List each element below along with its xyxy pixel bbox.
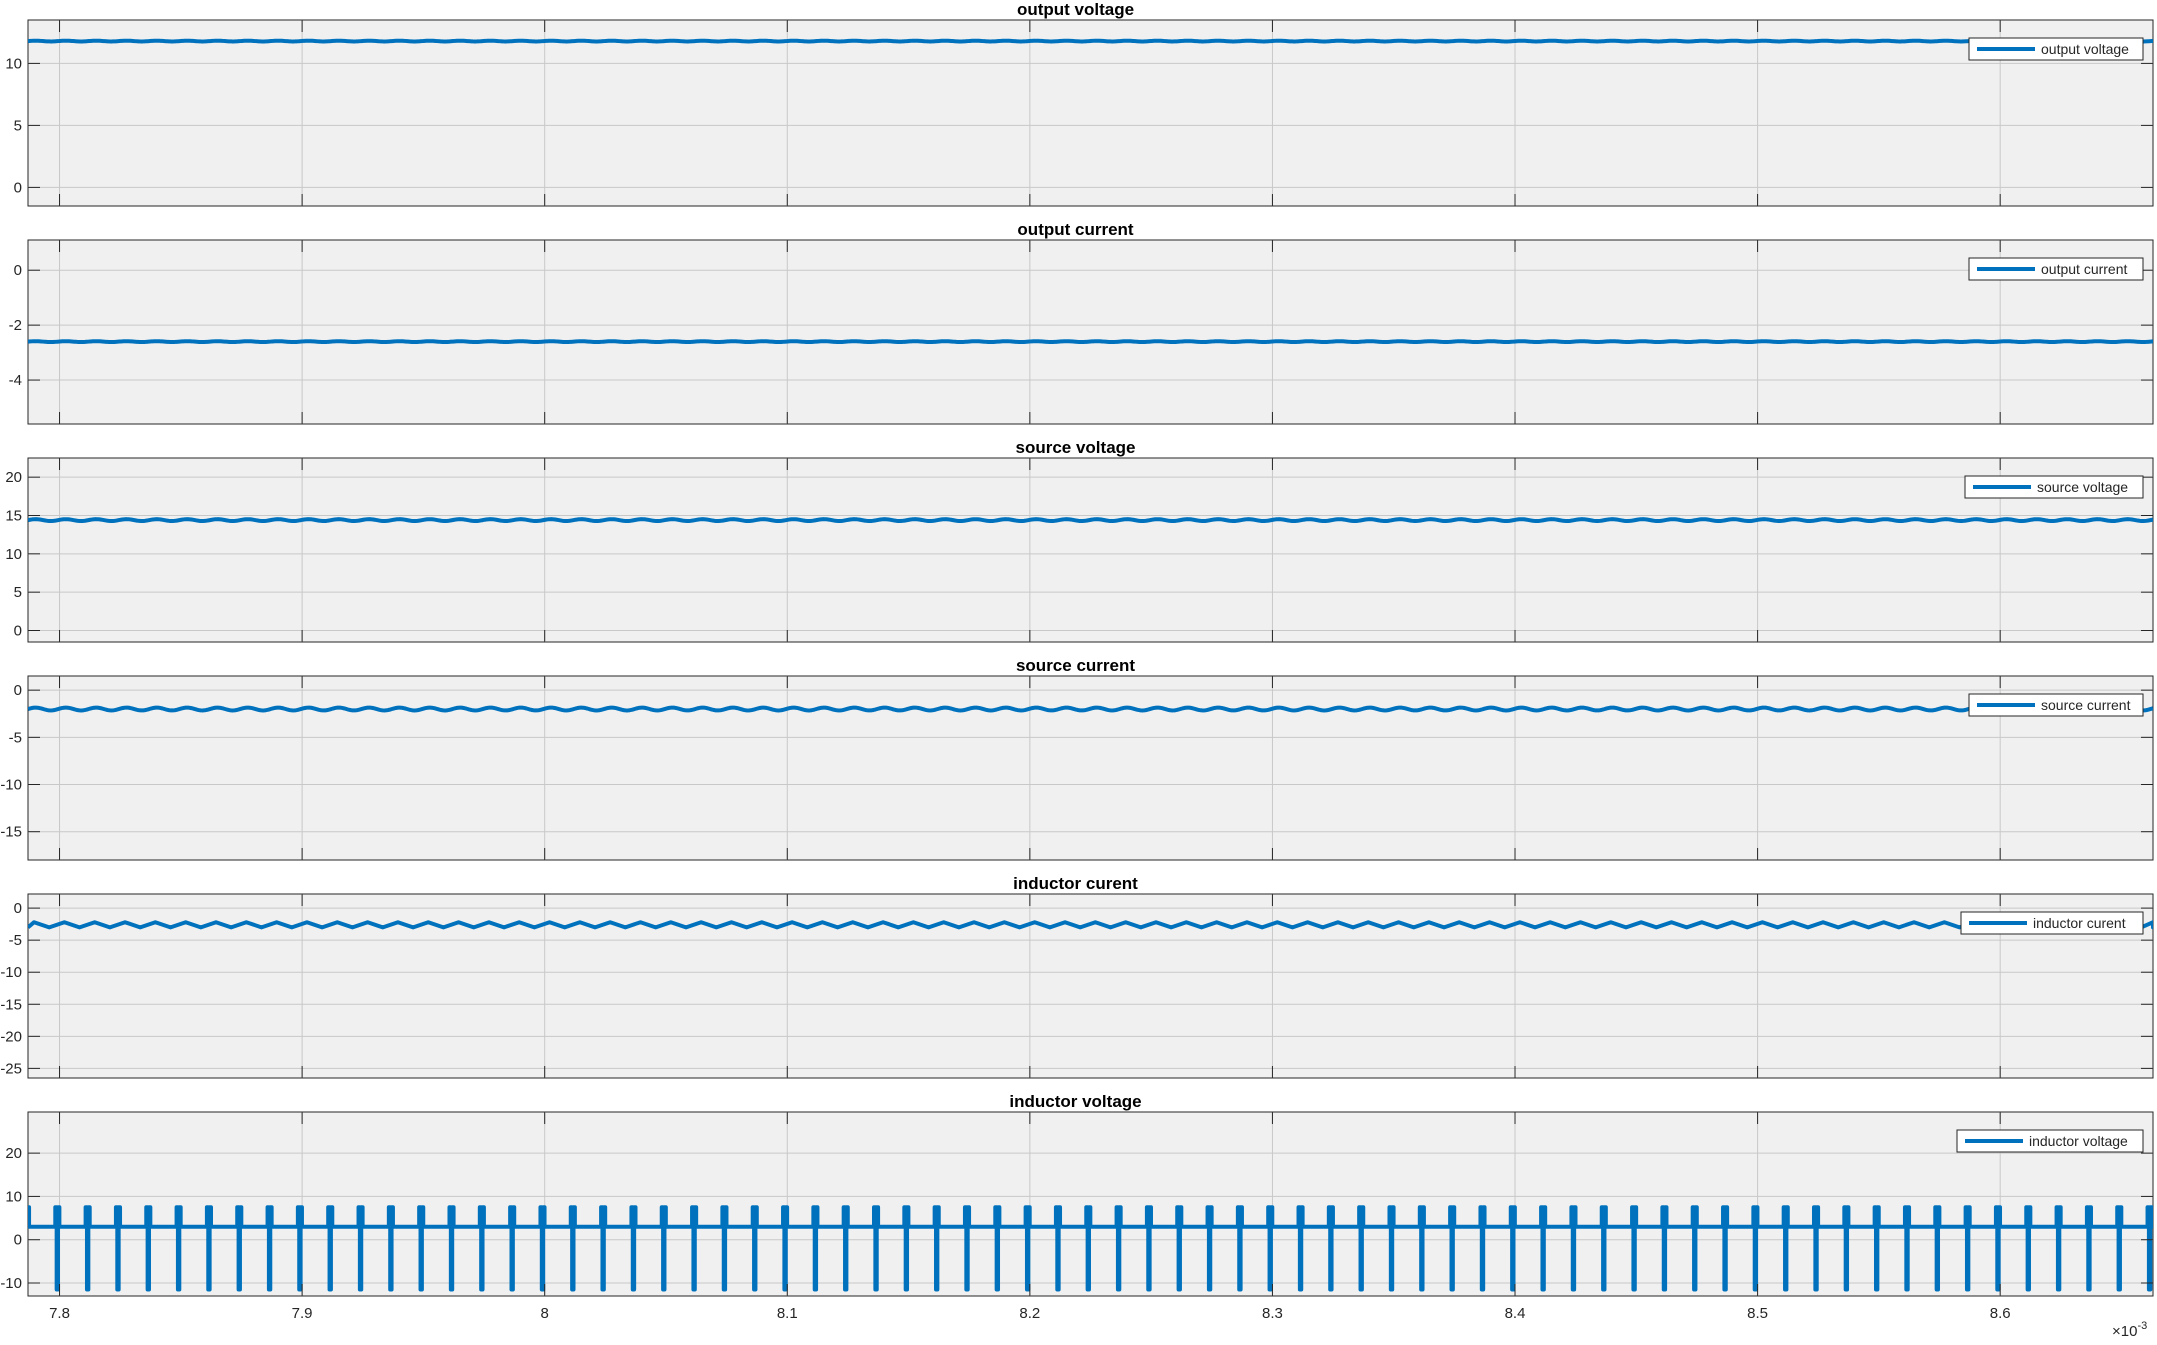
legend: source current (1968, 693, 2144, 717)
legend: inductor curent (1960, 911, 2144, 935)
legend-label: source voltage (2037, 479, 2128, 495)
series-line-source-voltage (28, 517, 2153, 524)
subplot-title: source current (1016, 656, 1135, 675)
legend-label: output voltage (2041, 41, 2129, 57)
y-tick-label: -10 (0, 1275, 22, 1292)
x-exponent-base: ×10 (2112, 1323, 2137, 1340)
subplot-title: source voltage (1016, 438, 1136, 457)
y-tick-label: -10 (0, 964, 22, 981)
legend: source voltage (1964, 475, 2144, 499)
y-tick-label: 10 (5, 55, 22, 72)
y-tick-label: -20 (0, 1028, 22, 1045)
y-tick-label: -4 (9, 372, 22, 389)
subplot-source-voltage: 0 5 10 15 20 source voltage source voltage (5, 438, 2154, 643)
figure-canvas: 0510output voltageoutput voltage-4-20out… (0, 0, 2154, 1340)
y-tick-label: -25 (0, 1060, 22, 1077)
axes-layer: 0510output voltageoutput voltage-4-20out… (0, 0, 2154, 1322)
legend-label: inductor voltage (2029, 1133, 2128, 1149)
subplot-output-voltage: 0 5 10 output voltage output voltage (5, 0, 2154, 207)
y-tick-label: -15 (0, 824, 22, 841)
subplot-title: output voltage (1017, 0, 1134, 19)
subplot-title: inductor curent (1013, 874, 1138, 893)
y-tick-label: -10 (0, 777, 22, 794)
y-tick-label: -5 (9, 932, 22, 949)
x-tick-label: 8.2 (1019, 1305, 1040, 1322)
x-tick-label: 8.1 (777, 1305, 798, 1322)
y-tick-label: -2 (9, 317, 22, 334)
y-tick-label: 5 (14, 584, 22, 601)
series-line-source-current (28, 705, 2153, 713)
x-tick-label: 8.3 (1262, 1305, 1283, 1322)
series-line-output-current (28, 339, 2153, 345)
subplot-source-current: -15 -10 -5 0 source current source current (0, 656, 2154, 861)
legend-label: output current (2041, 261, 2127, 277)
x-exponent-power: -3 (2137, 1320, 2147, 1332)
x-tick-label: 8.6 (1990, 1305, 2011, 1322)
legend: output voltage (1968, 37, 2144, 61)
subplot-inductor-curent: -25 -20 -15 -10 -5 0 inductor curent inductor c… (0, 874, 2154, 1079)
axes-background (27, 893, 2154, 1079)
y-tick-label: 0 (14, 623, 22, 640)
stacked-plot-figure: 0 5 10 output voltage output voltage -4 -2 0 out… (0, 0, 2157, 1340)
y-tick-label: 10 (5, 546, 22, 563)
series-line-output-voltage (28, 38, 2153, 44)
y-tick-label: 10 (5, 1188, 22, 1205)
y-tick-label: 0 (14, 1232, 22, 1249)
axes-background (27, 239, 2154, 425)
x-tick-label: 8 (541, 1305, 549, 1322)
y-tick-label: 20 (5, 1145, 22, 1162)
x-exponent-label: ×10-3 (2112, 1320, 2147, 1340)
y-tick-label: 0 (14, 682, 22, 699)
axes-background (27, 675, 2154, 861)
x-tick-label: 8.4 (1505, 1305, 1526, 1322)
axes-background (27, 19, 2154, 207)
subplot-inductor-voltage: -10 0 10 20 7.8 7.9 8 8.1 8.2 8.3 8.4 8.5 8.6 inducto… (0, 1092, 2154, 1322)
y-tick-label: -15 (0, 996, 22, 1013)
legend-label: inductor curent (2033, 915, 2126, 931)
legend: output current (1968, 257, 2144, 281)
axes-background (27, 457, 2154, 643)
y-tick-label: 0 (14, 262, 22, 279)
subplot-title: output current (1017, 220, 1133, 239)
y-tick-label: 0 (14, 179, 22, 196)
subplot-title: inductor voltage (1009, 1092, 1141, 1111)
legend: inductor voltage (1956, 1129, 2144, 1153)
legend-label: source current (2041, 697, 2131, 713)
y-tick-label: 15 (5, 508, 22, 525)
subplot-output-current: -4 -2 0 output current output current (9, 220, 2154, 425)
y-tick-label: 0 (14, 900, 22, 917)
x-tick-label: 7.9 (292, 1305, 313, 1322)
x-tick-label: 8.5 (1747, 1305, 1768, 1322)
y-tick-label: 20 (5, 469, 22, 486)
y-tick-label: 5 (14, 117, 22, 134)
x-tick-label: 7.8 (49, 1305, 70, 1322)
y-tick-label: -5 (9, 729, 22, 746)
